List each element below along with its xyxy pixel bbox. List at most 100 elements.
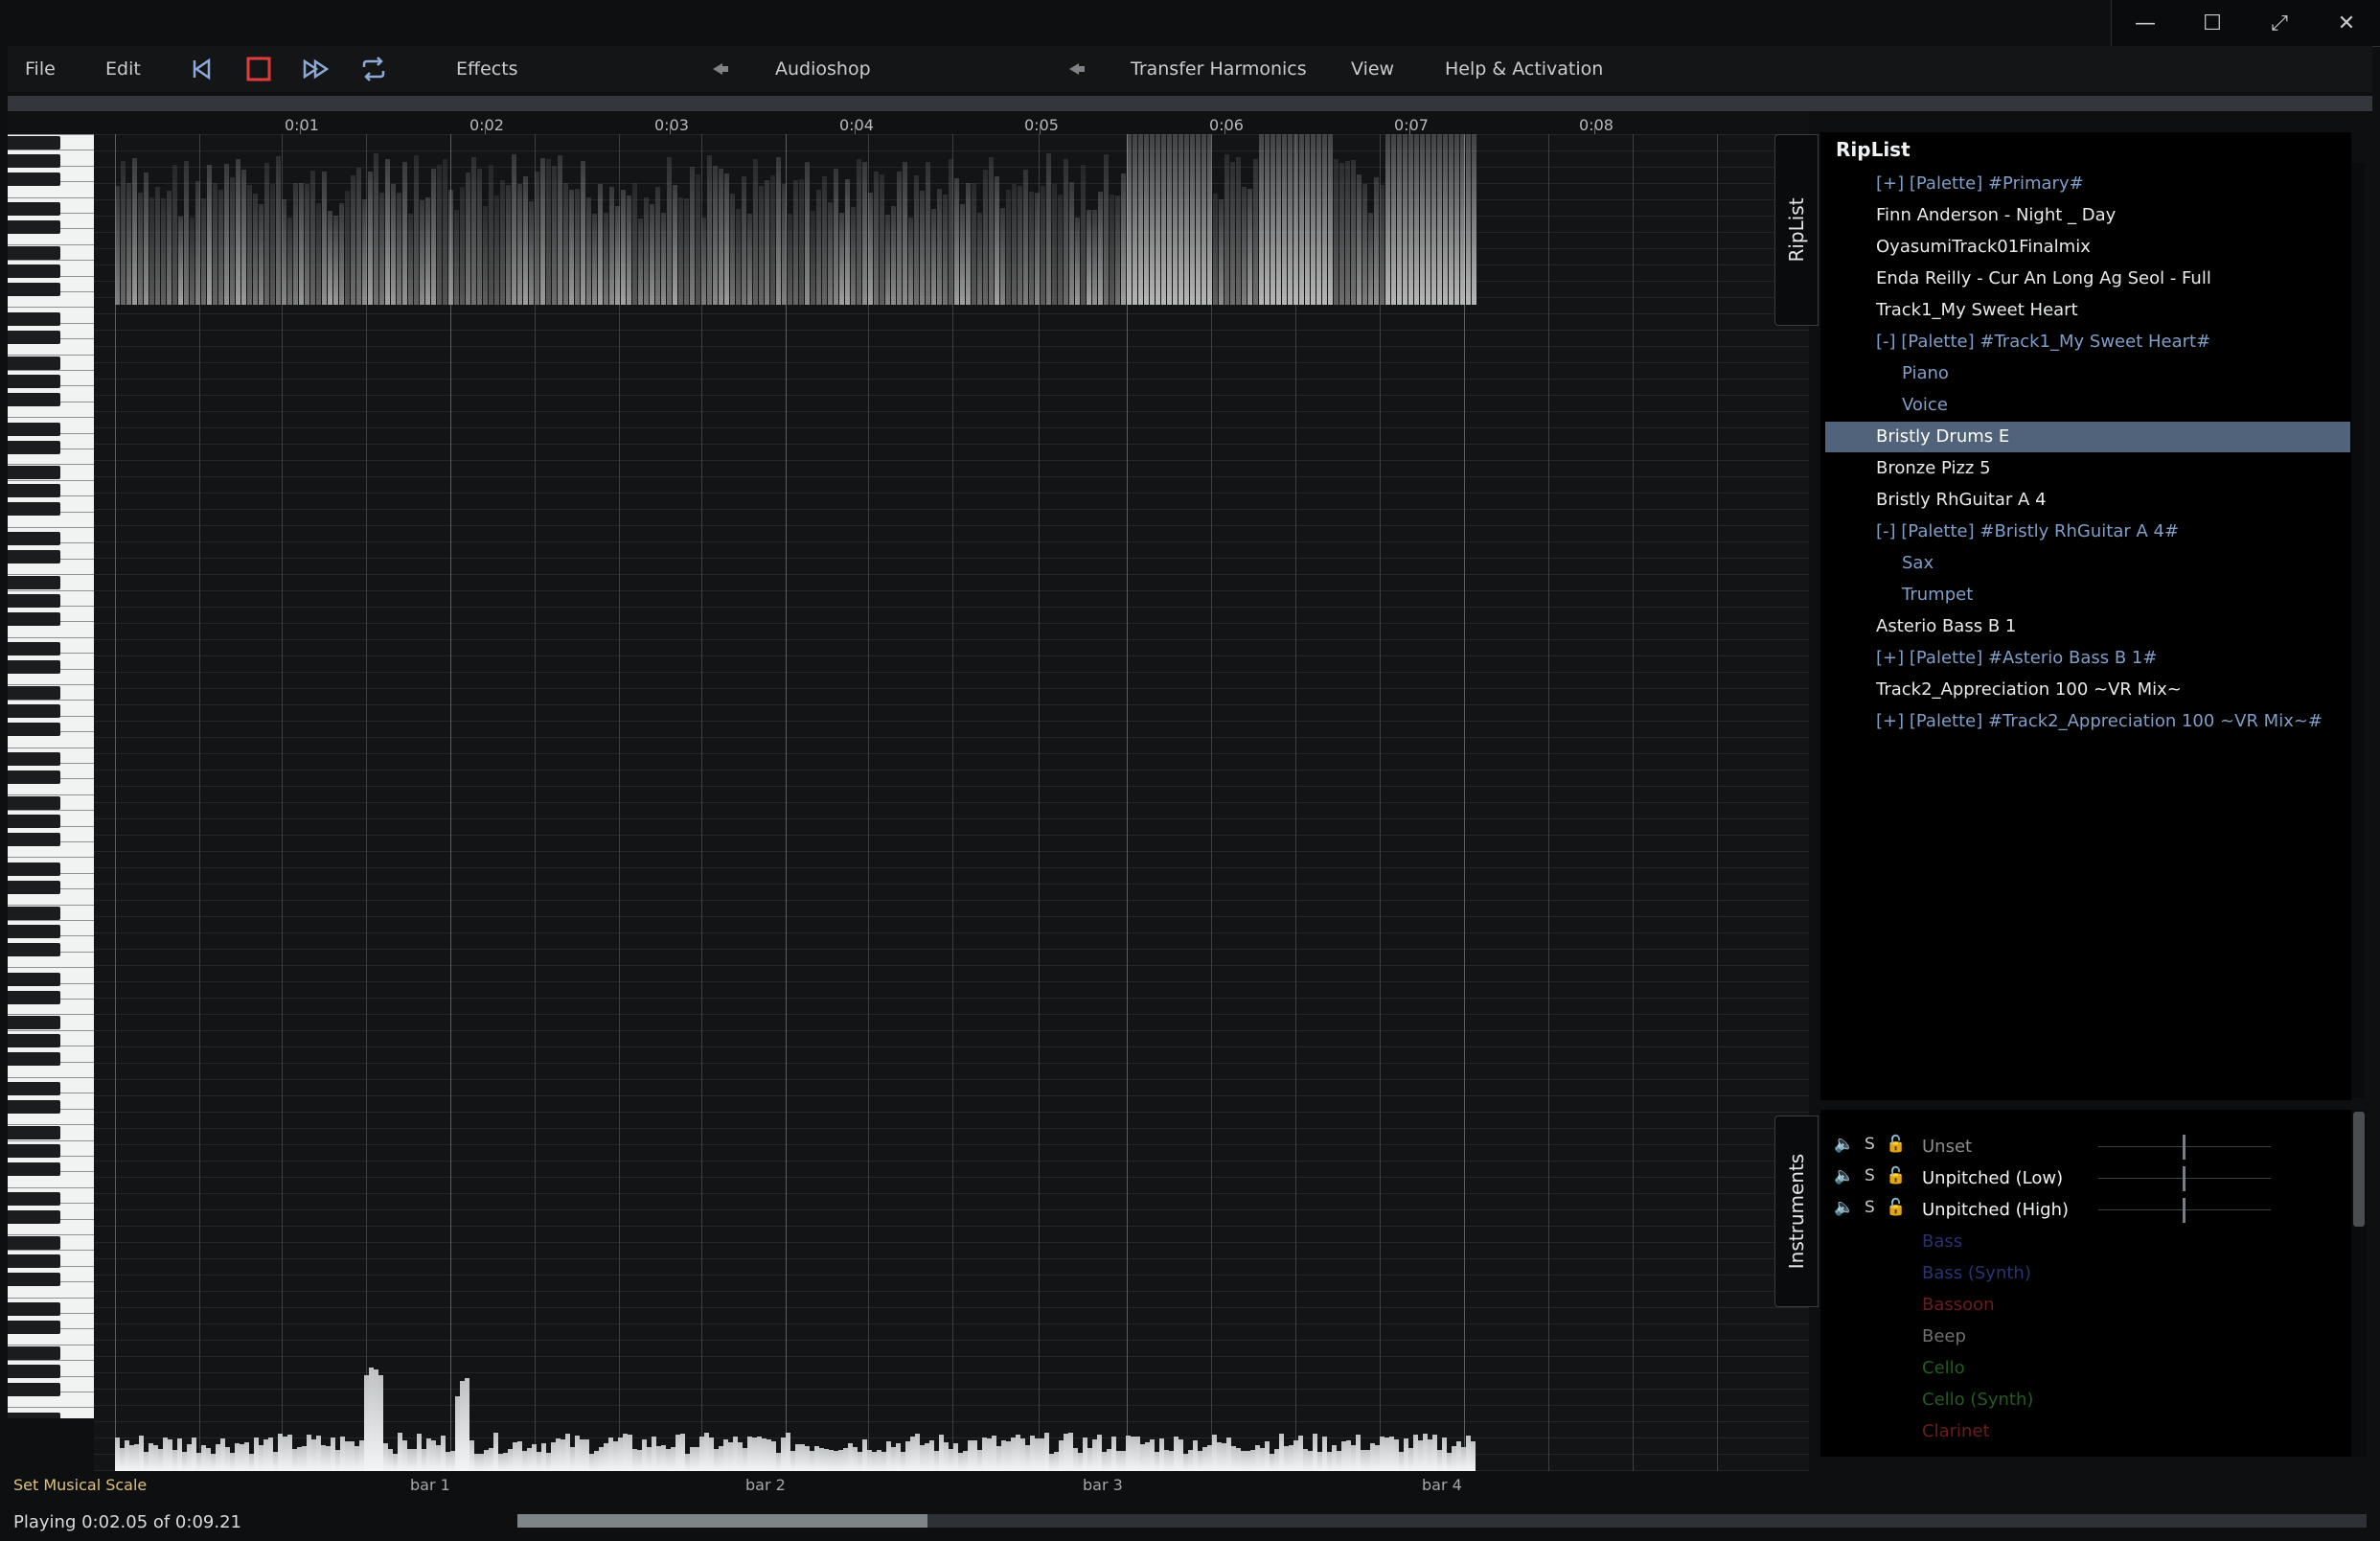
instrument-row[interactable]: 🔈 S 🔓 Unset — [1820, 1131, 2351, 1162]
piano-black-key[interactable] — [8, 752, 60, 766]
piano-black-key[interactable] — [8, 422, 60, 436]
piano-black-key[interactable] — [8, 906, 60, 920]
piano-black-key[interactable] — [8, 1192, 60, 1207]
riplist-item[interactable]: Track2_Appreciation 100 ~VR Mix~ — [1876, 675, 2182, 705]
menu-audioshop[interactable]: Audioshop — [775, 58, 871, 80]
riplist-item[interactable]: OyasumiTrack01Finalmix — [1876, 232, 2091, 263]
piano-black-key[interactable] — [8, 466, 60, 480]
riplist-item[interactable]: Asterio Bass B 1 — [1876, 611, 2016, 642]
piano-black-key[interactable] — [8, 1034, 60, 1048]
fullscreen-icon[interactable]: ⤢ — [2260, 12, 2299, 35]
piano-black-key[interactable] — [8, 484, 60, 498]
piano-black-key[interactable] — [8, 136, 60, 150]
riplist-item[interactable]: Finn Anderson - Night _ Day — [1876, 200, 2116, 231]
tab-instruments[interactable]: Instruments — [1774, 1116, 1819, 1307]
piano-black-key[interactable] — [8, 924, 60, 938]
menu-effects[interactable]: Effects — [456, 58, 518, 80]
piano-black-key[interactable] — [8, 1346, 60, 1360]
piano-black-key[interactable] — [8, 686, 60, 700]
piano-black-key[interactable] — [8, 594, 60, 609]
piano-black-key[interactable] — [8, 1273, 60, 1286]
menu-file[interactable]: File — [25, 58, 56, 80]
piano-black-key[interactable] — [8, 862, 60, 876]
set-musical-scale-link[interactable]: Set Musical Scale — [13, 1476, 147, 1494]
playback-progress[interactable] — [517, 1514, 2367, 1528]
riplist-item[interactable]: [+] [Palette] #Track2_Appreciation 100 ~… — [1876, 706, 2323, 737]
piano-black-key[interactable] — [8, 1016, 60, 1030]
spectrogram-view[interactable] — [94, 134, 1809, 1471]
riplist-item[interactable]: Bronze Pizz 5 — [1876, 453, 1991, 484]
piano-black-key[interactable] — [8, 1144, 60, 1159]
speaker-icon[interactable]: 🔈 — [1834, 1135, 1854, 1154]
instrument-row[interactable]: 🔈 S 🔓 Unpitched (Low) — [1820, 1162, 2351, 1193]
piano-black-key[interactable] — [8, 282, 60, 296]
solo-button[interactable]: S — [1865, 1135, 1875, 1154]
piano-black-key[interactable] — [8, 220, 60, 234]
piano-black-key[interactable] — [8, 1412, 60, 1418]
riplist-item[interactable]: [-] [Palette] #Bristly RhGuitar A 4# — [1876, 517, 2179, 547]
piano-black-key[interactable] — [8, 1100, 60, 1115]
piano-black-key[interactable] — [8, 770, 60, 784]
instrument-row[interactable]: 🔈 S 🔓 Unpitched (High) — [1820, 1194, 2351, 1225]
menu-help[interactable]: Help & Activation — [1445, 58, 1603, 80]
piano-black-key[interactable] — [8, 660, 60, 675]
riplist-item[interactable]: Trumpet — [1902, 580, 1973, 610]
unlock-icon[interactable]: 🔓 — [1886, 1198, 1906, 1217]
piano-keyboard[interactable] — [8, 134, 94, 1418]
piano-black-key[interactable] — [8, 154, 60, 168]
piano-black-key[interactable] — [8, 942, 60, 956]
riplist-item[interactable]: Enda Reilly - Cur An Long Ag Seol - Full — [1876, 264, 2211, 294]
piano-black-key[interactable] — [8, 832, 60, 846]
piano-black-key[interactable] — [8, 576, 60, 590]
riplist-scrollbar[interactable] — [2351, 163, 2365, 1098]
instrument-row[interactable]: Clarinet — [1820, 1415, 2351, 1446]
piano-black-key[interactable] — [8, 1210, 60, 1225]
piano-black-key[interactable] — [8, 202, 60, 216]
piano-black-key[interactable] — [8, 356, 60, 370]
instrument-row[interactable]: Beep — [1820, 1321, 2351, 1351]
piano-black-key[interactable] — [8, 532, 60, 546]
piano-black-key[interactable] — [8, 1162, 60, 1177]
piano-black-key[interactable] — [8, 1082, 60, 1096]
piano-black-key[interactable] — [8, 374, 60, 388]
instrument-row[interactable]: Bassoon — [1820, 1289, 2351, 1320]
speaker-icon[interactable]: 🔈 — [1834, 1166, 1854, 1185]
piano-black-key[interactable] — [8, 264, 60, 278]
tab-riplist[interactable]: RipList — [1774, 134, 1819, 326]
piano-black-key[interactable] — [8, 330, 60, 344]
piano-black-key[interactable] — [8, 1382, 60, 1396]
stop-icon[interactable] — [243, 54, 274, 84]
instrument-row[interactable]: Cello — [1820, 1352, 2351, 1383]
piano-black-key[interactable] — [8, 1254, 60, 1268]
menu-view[interactable]: View — [1351, 58, 1394, 80]
fast-forward-icon[interactable] — [301, 54, 332, 84]
piano-black-key[interactable] — [8, 723, 60, 736]
riplist-item[interactable]: [+] [Palette] #Asterio Bass B 1# — [1876, 643, 2157, 674]
slider-knob[interactable] — [2183, 1135, 2185, 1160]
piano-black-key[interactable] — [8, 795, 60, 810]
unlock-icon[interactable]: 🔓 — [1886, 1135, 1906, 1154]
riplist-item[interactable]: Piano — [1902, 358, 1949, 389]
piano-black-key[interactable] — [8, 1321, 60, 1334]
piano-black-key[interactable] — [8, 704, 60, 718]
instruments-scroll-thumb[interactable] — [2353, 1112, 2365, 1227]
riplist-item[interactable]: Track1_My Sweet Heart — [1876, 295, 2078, 326]
piano-black-key[interactable] — [8, 392, 60, 406]
piano-black-key[interactable] — [8, 990, 60, 1004]
riplist-item[interactable]: [-] [Palette] #Track1_My Sweet Heart# — [1876, 327, 2210, 357]
piano-black-key[interactable] — [8, 1052, 60, 1067]
piano-black-key[interactable] — [8, 1126, 60, 1140]
slider-knob[interactable] — [2183, 1198, 2185, 1223]
piano-black-key[interactable] — [8, 440, 60, 454]
menu-edit[interactable]: Edit — [105, 58, 141, 80]
piano-black-key[interactable] — [8, 814, 60, 828]
riplist-item[interactable]: Bristly RhGuitar A 4 — [1876, 485, 2047, 516]
instrument-row[interactable]: Cello (Synth) — [1820, 1384, 2351, 1414]
riplist-item[interactable]: [+] [Palette] #Primary# — [1876, 169, 2084, 199]
riplist-item[interactable]: Voice — [1902, 390, 1948, 421]
unlock-icon[interactable]: 🔓 — [1886, 1166, 1906, 1185]
piano-black-key[interactable] — [8, 172, 60, 186]
time-ruler[interactable]: 0:01 0:02 0:03 0:04 0:05 0:06 0:07 0:08 — [8, 111, 1809, 134]
speaker-icon[interactable]: 🔈 — [1834, 1198, 1854, 1217]
minimize-icon[interactable]: — — [2126, 12, 2164, 35]
